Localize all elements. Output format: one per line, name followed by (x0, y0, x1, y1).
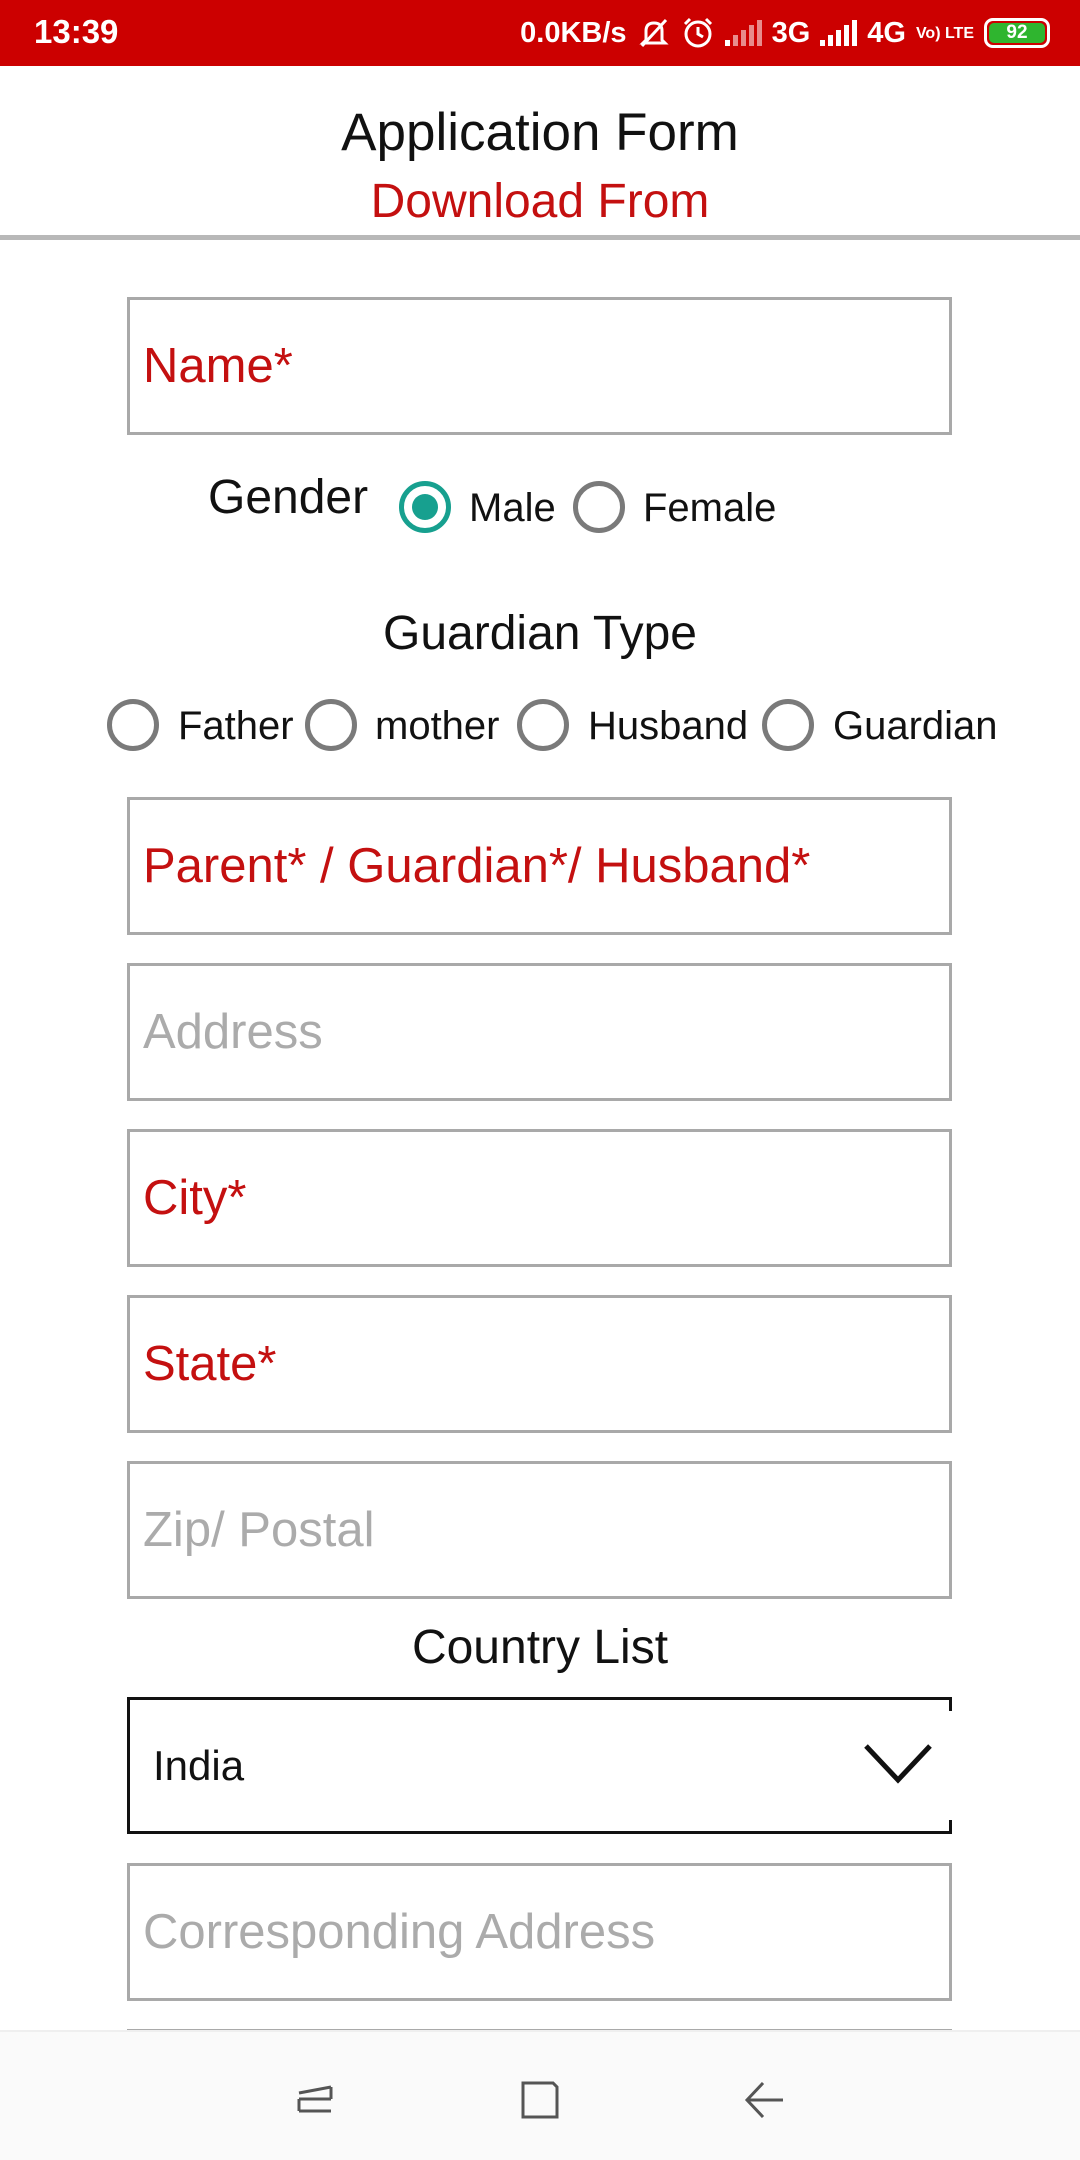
state-placeholder: State* (143, 1337, 277, 1391)
city-field[interactable]: City* (127, 1129, 952, 1267)
guardian-mother-radio[interactable] (305, 699, 357, 751)
corresponding-address-placeholder: Corresponding Address (143, 1905, 656, 1959)
alarm-icon (681, 16, 715, 50)
status-icons: 0.0KB/s 3G 4G Vo) LTE 92 (520, 11, 1050, 55)
battery-icon: 92 (984, 18, 1050, 48)
guardian-mother-label[interactable]: mother (375, 704, 500, 749)
guardian-guardian-radio[interactable] (762, 699, 814, 751)
status-bar: 13:39 0.0KB/s 3G 4G Vo) LTE 92 (0, 0, 1080, 66)
volte-label: Vo) LTE (915, 24, 974, 42)
battery-level: 92 (989, 23, 1045, 43)
guardian-name-placeholder: Parent* / Guardian*/ Husband* (143, 839, 811, 893)
name-placeholder: Name* (143, 339, 293, 393)
zip-field[interactable]: Zip/ Postal (127, 1461, 952, 1599)
gender-male-label[interactable]: Male (469, 486, 556, 531)
guardian-father-radio[interactable] (107, 699, 159, 751)
city-placeholder: City* (143, 1171, 247, 1225)
page-title: Application Form (341, 103, 739, 162)
gender-label: Gender (208, 471, 369, 524)
zip-placeholder: Zip/ Postal (143, 1503, 375, 1557)
corresponding-address-field[interactable]: Corresponding Address (127, 1863, 952, 2001)
address-placeholder: Address (143, 1005, 323, 1059)
signal-icon (724, 20, 762, 46)
country-dropdown[interactable]: India (127, 1697, 952, 1834)
gender-female-radio[interactable] (573, 481, 625, 533)
home-icon[interactable] (510, 2070, 570, 2130)
guardian-husband-radio[interactable] (517, 699, 569, 751)
network-1: 3G (771, 16, 811, 49)
gender-female-label[interactable]: Female (643, 486, 776, 531)
network-2: 4G (867, 16, 906, 49)
country-list-heading: Country List (411, 1621, 669, 1674)
signal-icon (820, 20, 858, 46)
download-form-link[interactable]: Download From (0, 174, 1080, 229)
name-field[interactable]: Name* (127, 297, 952, 435)
recents-icon[interactable] (286, 2070, 346, 2130)
app-header: Application Form Download From (0, 66, 1080, 240)
state-field[interactable]: State* (127, 1295, 952, 1433)
net-speed: 0.0KB/s (520, 16, 627, 49)
system-nav-bar (0, 2030, 1080, 2160)
country-selected-value: India (153, 1742, 245, 1789)
guardian-type-heading: Guardian Type (383, 607, 697, 660)
guardian-husband-label[interactable]: Husband (588, 704, 748, 749)
guardian-name-field[interactable]: Parent* / Guardian*/ Husband* (127, 797, 952, 935)
chevron-down-icon (864, 1744, 932, 1784)
back-icon[interactable] (734, 2070, 794, 2130)
status-time: 13:39 (34, 13, 119, 50)
guardian-guardian-label[interactable]: Guardian (833, 704, 998, 749)
gender-male-radio[interactable] (399, 481, 451, 533)
mute-icon (637, 16, 671, 50)
address-field[interactable]: Address (127, 963, 952, 1101)
guardian-father-label[interactable]: Father (178, 704, 294, 749)
